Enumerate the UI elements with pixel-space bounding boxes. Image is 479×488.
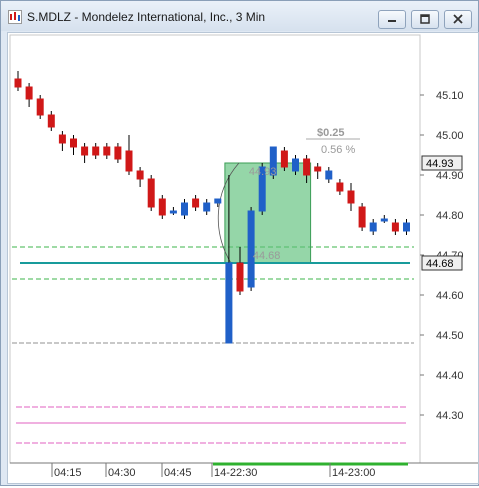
y-tick-label: 44.40	[436, 370, 464, 382]
candle-body[interactable]	[303, 158, 311, 176]
chart-window: S.MDLZ - Mondelez International, Inc., 3…	[0, 0, 479, 486]
y-tick-label: 44.50	[436, 330, 464, 342]
window-title: S.MDLZ - Mondelez International, Inc., 3…	[27, 10, 266, 24]
candle-body[interactable]	[136, 170, 144, 180]
candle-body[interactable]	[280, 150, 288, 168]
price-tag-label: 44.93	[426, 158, 454, 170]
candle-body[interactable]	[358, 206, 366, 228]
restore-icon	[420, 14, 430, 24]
x-tick-label: 04:45	[164, 467, 192, 479]
candle-body[interactable]	[314, 166, 322, 172]
candle-body[interactable]	[25, 86, 33, 100]
candle-body[interactable]	[247, 210, 255, 288]
candle-body[interactable]	[391, 222, 399, 232]
app-icon	[8, 10, 22, 24]
y-tick-label: 44.30	[436, 410, 464, 422]
candle-body[interactable]	[181, 202, 188, 216]
x-tick-label: 04:15	[54, 467, 82, 479]
y-tick-label: 45.00	[436, 130, 464, 142]
candle-body[interactable]	[292, 158, 299, 172]
candle-body[interactable]	[203, 202, 211, 212]
candle-body[interactable]	[336, 182, 344, 192]
candle-body[interactable]	[36, 98, 44, 116]
price-tag-label: 44.68	[426, 258, 454, 270]
x-tick-label: 04:30	[108, 467, 136, 479]
minimize-button[interactable]	[378, 10, 406, 29]
box-high-label: 44.93	[249, 166, 277, 178]
candle-body[interactable]	[114, 146, 122, 160]
box-low-label: 44.68	[253, 250, 281, 262]
candle-body[interactable]	[158, 198, 166, 216]
candle-body[interactable]	[403, 222, 410, 232]
candle-body[interactable]	[125, 150, 133, 172]
candle-body[interactable]	[236, 262, 244, 292]
candle-body[interactable]	[92, 146, 100, 156]
candle-body[interactable]	[147, 178, 155, 208]
candle-body[interactable]	[47, 114, 55, 128]
change-label: $0.25	[317, 127, 345, 139]
candle-body[interactable]	[325, 170, 333, 180]
candle-body[interactable]	[225, 262, 233, 344]
restore-button[interactable]	[411, 10, 439, 29]
y-tick-label: 45.10	[436, 90, 464, 102]
candle-body[interactable]	[14, 78, 22, 88]
candle-body[interactable]	[369, 222, 377, 232]
candle-body[interactable]	[58, 134, 66, 144]
candle-body[interactable]	[214, 198, 222, 204]
close-button[interactable]	[444, 10, 472, 29]
x-tick-label: 14-23:00	[332, 467, 375, 479]
pct-label: 0.56 %	[321, 144, 355, 156]
y-tick-label: 44.60	[436, 290, 464, 302]
chart-area[interactable]: 44.68 44.93 $0.25 0.56 % 45.10 45.00 44.90 44.8…	[7, 32, 479, 484]
candle-body[interactable]	[81, 146, 89, 156]
range-box[interactable]	[224, 162, 312, 264]
y-tick-label: 44.90	[436, 170, 464, 182]
title-bar[interactable]: S.MDLZ - Mondelez International, Inc., 3…	[1, 1, 478, 31]
candle-body[interactable]	[103, 146, 111, 156]
candle-body[interactable]	[380, 218, 388, 222]
candle-body[interactable]	[192, 198, 200, 208]
candle-body[interactable]	[70, 138, 77, 148]
y-tick-label: 44.80	[436, 210, 464, 222]
candle-body[interactable]	[169, 210, 177, 214]
close-icon	[453, 14, 463, 24]
plot-area	[9, 34, 421, 464]
candle-body[interactable]	[347, 190, 355, 204]
minimize-icon	[388, 20, 396, 22]
x-tick-label: 14-22:30	[214, 467, 257, 479]
candlestick-chart[interactable]: 44.68 44.93 $0.25 0.56 % 45.10 45.00 44.90 44.8…	[8, 33, 479, 483]
